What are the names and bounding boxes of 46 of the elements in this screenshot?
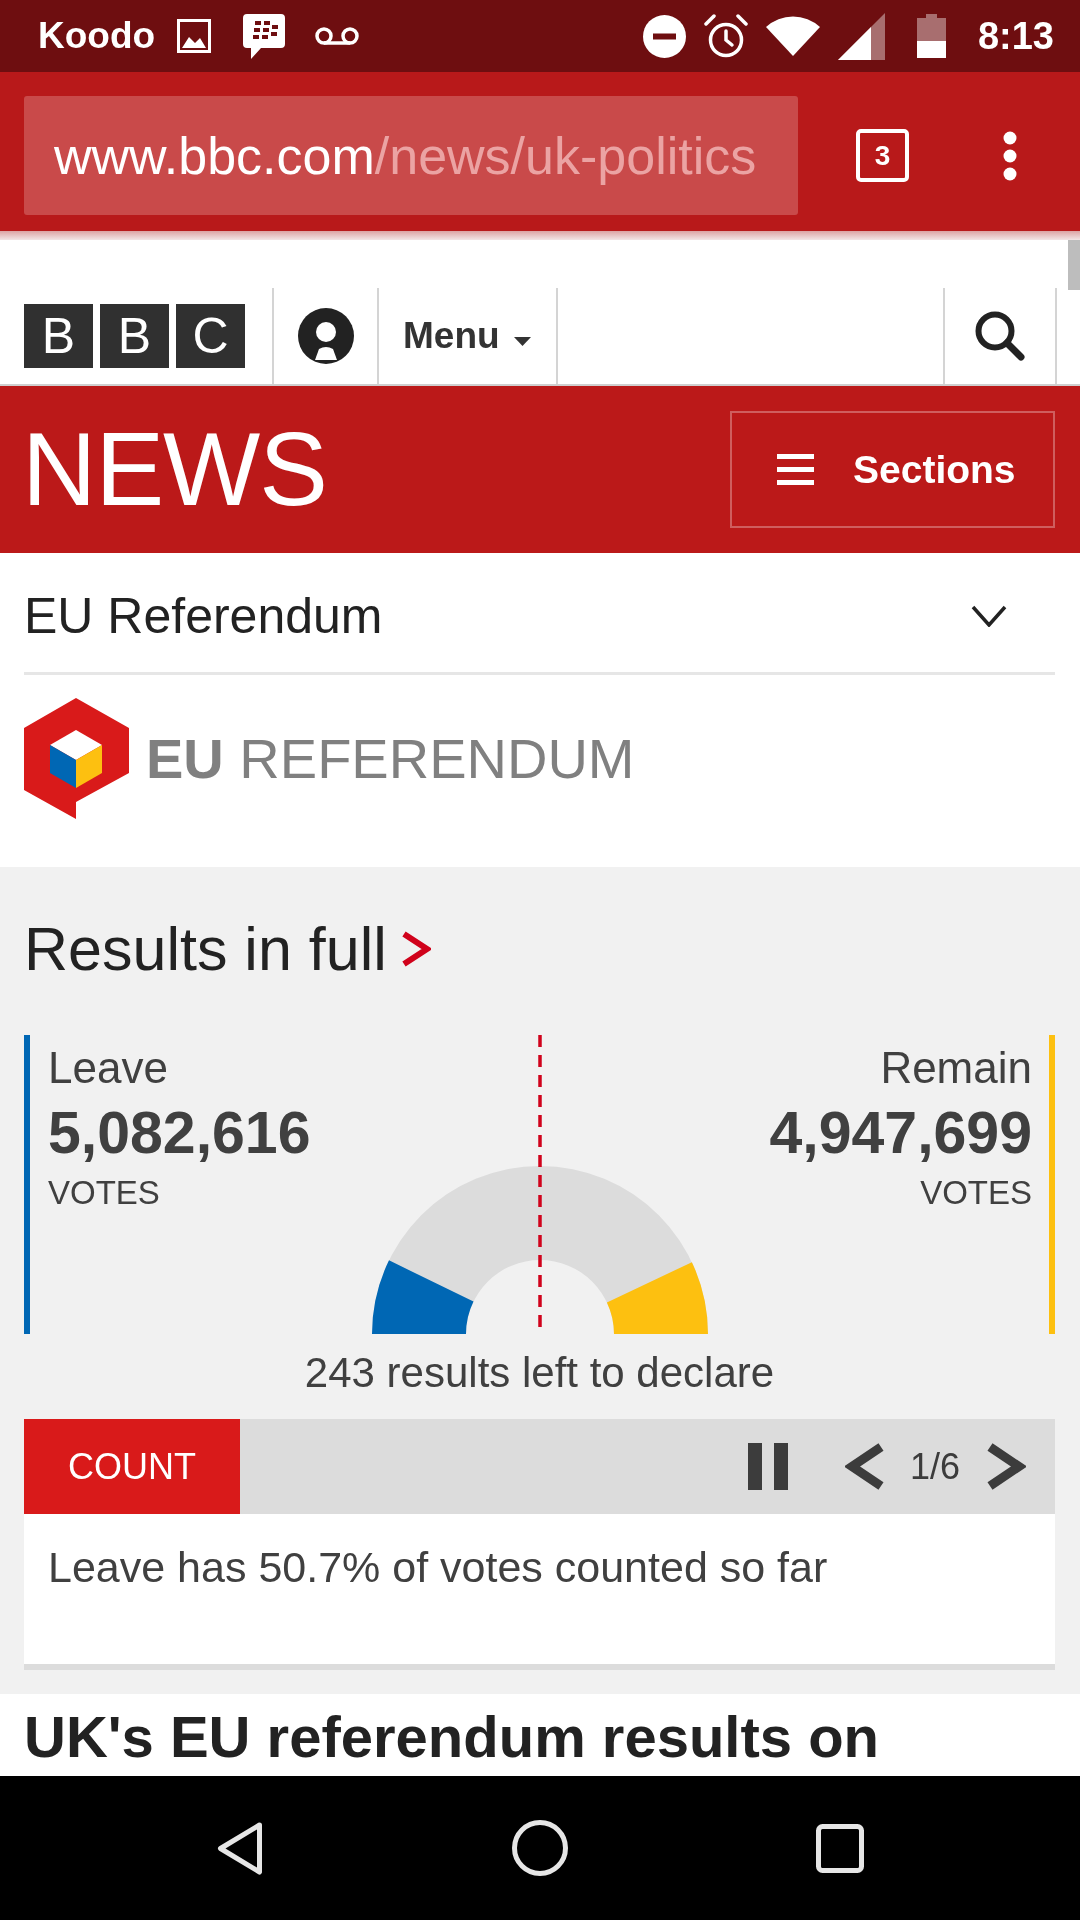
page-counter: 1/6 xyxy=(909,1444,960,1489)
logo-letter-tile[interactable]: C xyxy=(176,304,245,368)
ticker-label: COUNT xyxy=(24,1419,240,1514)
do-not-disturb-icon xyxy=(642,14,686,58)
search-icon[interactable] xyxy=(975,311,1025,361)
section-dropdown[interactable]: EU Referendum xyxy=(24,553,1055,675)
account-icon[interactable] xyxy=(297,308,354,364)
votes-unit-label: VOTES xyxy=(48,1173,160,1213)
home-icon[interactable] xyxy=(512,1820,568,1876)
referendum-logo-text: EU REFERENDUM xyxy=(146,726,635,792)
chevron-right-icon xyxy=(400,931,431,967)
recents-icon[interactable] xyxy=(816,1823,864,1873)
chevron-left-icon[interactable] xyxy=(844,1443,884,1490)
option-label: Leave xyxy=(48,1042,168,1094)
chevron-right-icon[interactable] xyxy=(987,1443,1026,1490)
pause-icon[interactable] xyxy=(747,1443,788,1490)
image-icon xyxy=(177,19,212,53)
logo-letter-tile[interactable]: B xyxy=(100,304,169,368)
option-label: Remain xyxy=(880,1042,1032,1094)
results-remaining-text: 243 results left to declare xyxy=(304,1348,775,1398)
referendum-cube-logo-icon xyxy=(24,698,129,819)
ticker-message: Leave has 50.7% of votes counted so far xyxy=(24,1514,1055,1670)
vote-count: 4,947,699 xyxy=(769,1100,1032,1166)
vote-count: 5,082,616 xyxy=(48,1100,311,1166)
news-logo[interactable]: NEWS xyxy=(22,414,327,525)
back-icon[interactable] xyxy=(217,1821,263,1875)
chat-bubble-icon xyxy=(243,13,286,59)
scrollbar-thumb xyxy=(1068,240,1080,290)
article-headline[interactable]: UK's EU referendum results on xyxy=(24,1703,879,1770)
alarm-clock-icon xyxy=(703,14,748,58)
wifi-icon xyxy=(765,16,820,56)
menu-button[interactable]: Menu xyxy=(403,314,531,358)
tab-count-button[interactable]: 3 xyxy=(856,129,909,182)
signal-icon xyxy=(837,12,885,60)
clock-time: 8:13 xyxy=(977,14,1054,58)
caret-down-icon xyxy=(513,336,531,346)
voicemail-icon xyxy=(315,27,360,45)
url-field[interactable]: www.bbc.com/news/uk-politics xyxy=(24,96,798,215)
battery-icon xyxy=(916,14,946,58)
votes-unit-label: VOTES xyxy=(920,1173,1032,1213)
hamburger-menu-icon xyxy=(777,454,814,485)
results-link[interactable]: Results in full xyxy=(24,914,431,984)
carrier-name: Koodo xyxy=(38,14,156,58)
sections-button[interactable]: Sections xyxy=(730,411,1055,528)
logo-letter-tile[interactable]: B xyxy=(24,304,93,368)
three-dots-menu-icon[interactable] xyxy=(1003,131,1017,181)
